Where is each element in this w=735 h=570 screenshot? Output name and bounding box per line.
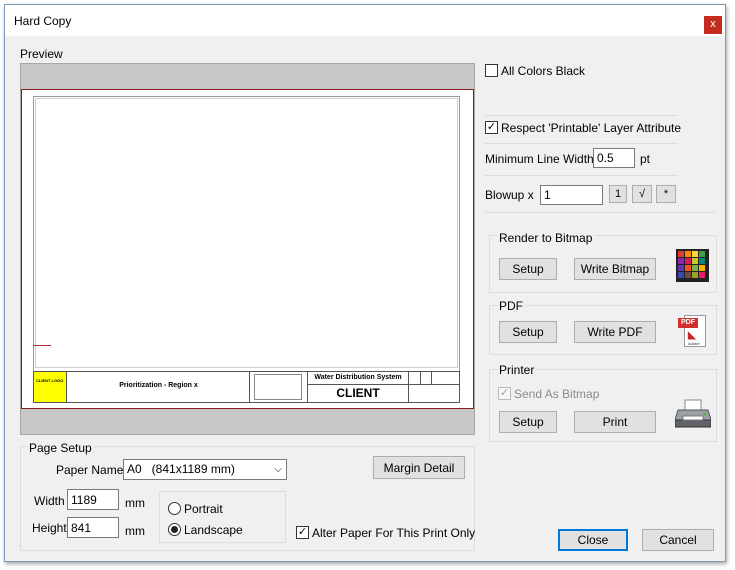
write-pdf-button[interactable]: Write PDF — [574, 321, 656, 343]
separator — [485, 175, 678, 176]
client-logo: CLIENT LOGO — [34, 372, 67, 402]
height-unit: mm — [125, 524, 145, 538]
printer-setup-button[interactable]: Setup — [499, 411, 557, 433]
bitmap-setup-button[interactable]: Setup — [499, 258, 557, 280]
preview-area: CLIENT LOGO Prioritization - Region x Wa… — [20, 63, 475, 435]
respect-printable-label: Respect 'Printable' Layer Attribute — [501, 121, 682, 135]
paper-name-select[interactable]: A0 (841x1189 mm) ⌵ — [123, 459, 287, 480]
blowup-star-button[interactable]: * — [656, 185, 676, 203]
respect-printable-checkbox[interactable]: ✓ — [485, 121, 498, 134]
portrait-label: Portrait — [184, 502, 223, 516]
pdf-title: PDF — [497, 299, 525, 313]
min-line-width-label: Minimum Line Width — [485, 152, 594, 166]
chevron-down-icon: ⌵ — [274, 464, 282, 475]
alter-paper-checkbox[interactable]: ✓ — [296, 526, 309, 539]
drawing-title: Prioritization - Region x — [119, 382, 198, 389]
cancel-button[interactable]: Cancel — [642, 529, 714, 551]
all-colors-black-checkbox[interactable] — [485, 64, 498, 77]
landscape-label: Landscape — [184, 523, 243, 537]
width-label: Width — [34, 494, 65, 508]
blowup-label: Blowup x — [485, 188, 534, 202]
pdf-icon: PDF ◣ Adobe — [678, 315, 708, 347]
min-line-width-input[interactable] — [593, 148, 635, 168]
drawing-area — [35, 98, 458, 368]
close-window-button[interactable]: x — [704, 16, 722, 34]
hard-copy-dialog: Hard Copy x Preview CLIENT LOGO Prioriti… — [4, 4, 726, 562]
title-block-divider — [431, 372, 432, 384]
client-name: CLIENT — [336, 386, 380, 400]
send-as-bitmap-label: Send As Bitmap — [514, 387, 600, 401]
separator — [485, 115, 678, 116]
width-input[interactable] — [67, 489, 119, 510]
title-block-divider — [420, 372, 421, 384]
close-button[interactable]: Close — [558, 529, 628, 551]
min-line-width-unit: pt — [640, 152, 651, 166]
blowup-input[interactable] — [540, 185, 603, 205]
render-bitmap-title: Render to Bitmap — [497, 231, 595, 245]
blowup-sqrt-button[interactable]: √ — [632, 185, 652, 203]
paper-name-label: Paper Name — [56, 463, 124, 477]
print-button[interactable]: Print — [574, 411, 656, 433]
title-block-divider — [408, 372, 409, 402]
width-unit: mm — [125, 496, 145, 510]
blowup-one-button[interactable]: 1 — [609, 185, 627, 203]
all-colors-black-label: All Colors Black — [501, 64, 586, 78]
preview-sheet: CLIENT LOGO Prioritization - Region x Wa… — [21, 89, 474, 409]
title-bar: Hard Copy x — [5, 5, 725, 36]
portrait-radio[interactable] — [168, 502, 181, 515]
title-block-divider — [308, 384, 408, 385]
preview-label: Preview — [20, 47, 63, 61]
height-input[interactable] — [67, 517, 119, 538]
separator — [485, 212, 715, 213]
title-block-divider — [249, 372, 250, 402]
height-label: Height — [32, 521, 67, 535]
send-as-bitmap-checkbox[interactable]: ✓ — [498, 387, 511, 400]
title-block-divider — [408, 384, 459, 385]
system-name: Water Distribution System — [314, 374, 402, 381]
margin-detail-button[interactable]: Margin Detail — [373, 456, 465, 479]
printer-icon — [675, 399, 711, 428]
palette-icon — [676, 249, 709, 282]
printer-title: Printer — [497, 363, 537, 377]
alter-paper-label: Alter Paper For This Print Only — [312, 526, 476, 540]
red-mark — [33, 345, 51, 346]
landscape-radio[interactable] — [168, 523, 181, 536]
paper-name-value: A0 (841x1189 mm) — [127, 462, 235, 476]
write-bitmap-button[interactable]: Write Bitmap — [574, 258, 656, 280]
page-setup-title: Page Setup — [27, 441, 94, 455]
title-block-cell — [254, 374, 302, 400]
separator — [485, 143, 678, 144]
pdf-setup-button[interactable]: Setup — [499, 321, 557, 343]
window-title: Hard Copy — [14, 14, 72, 28]
title-block: CLIENT LOGO Prioritization - Region x Wa… — [33, 371, 460, 403]
